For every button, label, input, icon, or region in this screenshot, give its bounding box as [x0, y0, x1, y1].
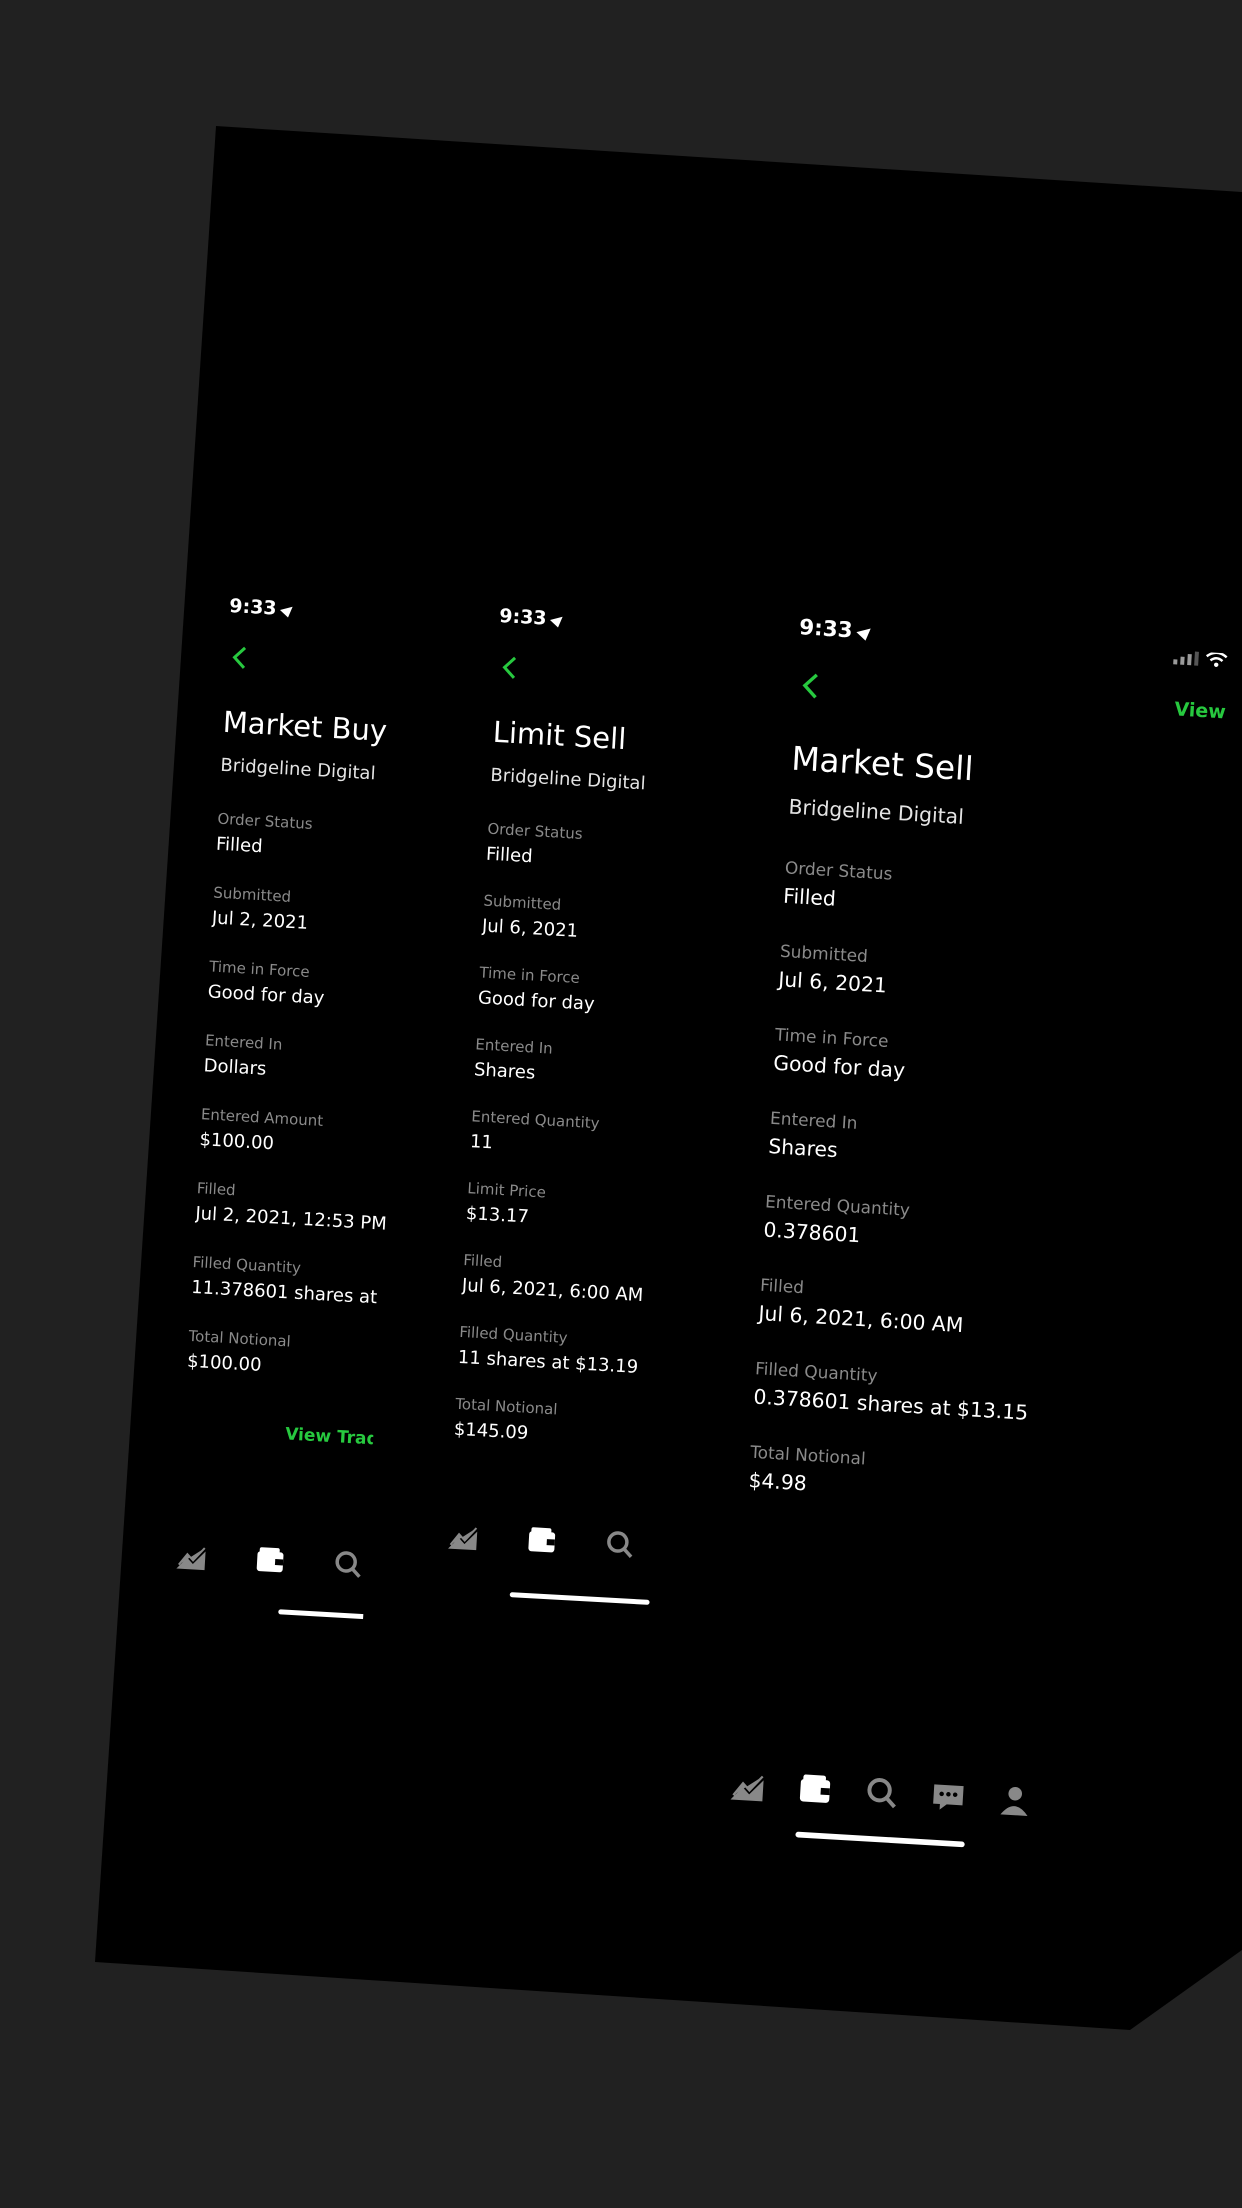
chart-icon[interactable]	[175, 1539, 209, 1573]
chat-icon[interactable]	[929, 1777, 967, 1815]
tab-bar	[175, 1539, 364, 1581]
field-time-in-force: Time in Force Good for day	[772, 1024, 906, 1084]
search-icon[interactable]	[863, 1773, 901, 1811]
field-limit-price: Limit Price $13.17	[465, 1179, 547, 1228]
field-submitted: Submitted Jul 6, 2021	[481, 891, 579, 942]
back-chevron-icon[interactable]	[496, 653, 526, 683]
profile-icon[interactable]	[996, 1781, 1034, 1819]
field-submitted: Submitted Jul 2, 2021	[211, 883, 309, 934]
field-order-status: Order Status Filled	[485, 819, 584, 868]
chart-icon[interactable]	[729, 1766, 767, 1804]
tab-bar	[729, 1766, 1033, 1820]
status-bar-time: 9:33	[499, 605, 566, 631]
field-time-in-force: Time in Force Good for day	[477, 963, 596, 1015]
back-chevron-icon[interactable]	[226, 643, 256, 673]
order-title: Limit Sell	[491, 714, 628, 757]
field-filled: Filled Jul 6, 2021, 6:00 AM	[757, 1274, 965, 1338]
chart-icon[interactable]	[447, 1519, 481, 1553]
wallet-icon[interactable]	[796, 1770, 834, 1808]
view-link[interactable]: View	[1174, 698, 1227, 723]
signal-icon	[1173, 650, 1199, 666]
wallet-icon[interactable]	[253, 1543, 287, 1577]
wallet-icon[interactable]	[525, 1523, 559, 1557]
company-name: Bridgeline Digital	[787, 795, 965, 830]
status-bar-time: 9:33	[799, 615, 875, 644]
location-arrow-icon	[856, 623, 875, 641]
wifi-icon	[1205, 651, 1228, 667]
search-icon[interactable]	[603, 1527, 637, 1561]
home-indicator	[795, 1831, 965, 1848]
field-entered-in: Entered In Dollars	[203, 1031, 283, 1080]
field-entered-amount: Entered Amount $100.00	[198, 1105, 324, 1155]
field-entered-quantity: Entered Quantity 11	[469, 1107, 601, 1154]
field-filled-quantity: Filled Quantity 11 shares at $13.19	[457, 1322, 639, 1378]
field-filled: Filled Jul 6, 2021, 6:00 AM	[461, 1250, 644, 1307]
field-time-in-force: Time in Force Good for day	[207, 957, 325, 1009]
field-submitted: Submitted Jul 6, 2021	[777, 940, 888, 999]
order-title: Market Sell	[790, 739, 975, 789]
order-detail-screen-partial: View	[1165, 650, 1242, 744]
status-bar-time: 9:33	[229, 595, 296, 621]
field-total-notional: Total Notional $4.98	[747, 1441, 867, 1497]
field-order-status: Order Status Filled	[215, 809, 314, 858]
field-entered-quantity: Entered Quantity 0.378601	[762, 1191, 911, 1248]
order-fields: Order Status Filled Submitted Jul 6, 2021 …	[746, 858, 1060, 1542]
order-fields: Order Status Filled Submitted Jul 6, 2021 …	[452, 820, 669, 1477]
tab-bar	[447, 1519, 636, 1561]
field-total-notional: Total Notional $145.09	[453, 1394, 558, 1444]
home-indicator	[509, 1592, 650, 1605]
field-entered-in: Entered In Shares	[767, 1107, 859, 1163]
field-filled-quantity: Filled Quantity 0.378601 shares at $13.15	[752, 1358, 1029, 1426]
company-name: Bridgeline Digital	[219, 754, 377, 785]
company-name: Bridgeline Digital	[489, 764, 647, 795]
field-entered-in: Entered In Shares	[473, 1035, 554, 1084]
order-title: Market Buy	[221, 704, 388, 748]
back-chevron-icon[interactable]	[795, 669, 828, 702]
location-arrow-icon	[280, 601, 296, 618]
search-icon[interactable]	[331, 1547, 365, 1581]
location-arrow-icon	[550, 611, 566, 628]
field-order-status: Order Status Filled	[782, 857, 893, 912]
